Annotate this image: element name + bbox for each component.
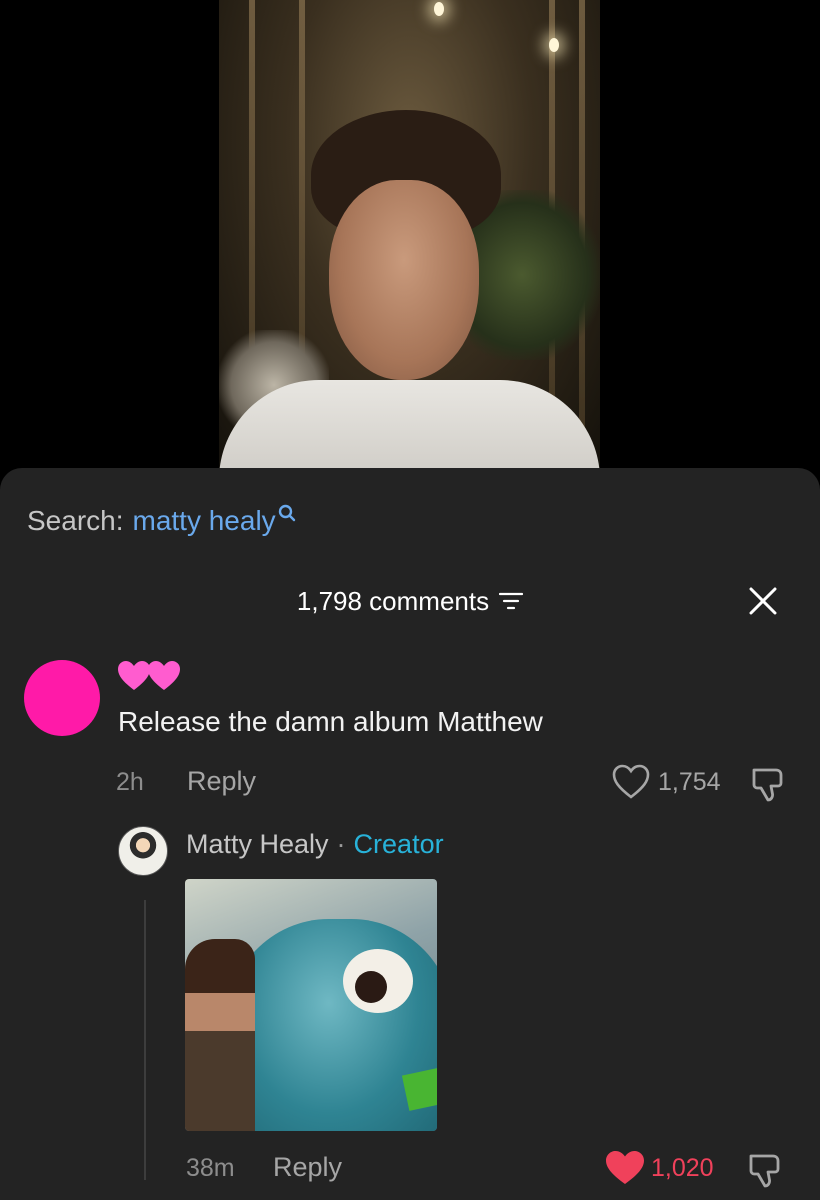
monster-eye	[343, 949, 413, 1013]
reply-author-name[interactable]: Matty Healy	[186, 829, 329, 860]
reply-image-sticker[interactable]	[185, 879, 437, 1131]
creator-badge: Creator	[353, 829, 444, 859]
search-suggestion[interactable]: Search: matty healy	[27, 504, 296, 537]
close-button[interactable]	[748, 586, 778, 616]
search-icon	[278, 499, 296, 531]
thumbs-down-icon	[749, 1154, 780, 1188]
like-button-liked[interactable]	[605, 1150, 645, 1186]
boy-character	[185, 939, 255, 1131]
heart-filled-icon	[606, 1151, 644, 1184]
comment-text: Release the damn album Matthew	[118, 706, 543, 737]
like-count: 1,020	[651, 1154, 714, 1182]
separator-dot: ·	[336, 829, 346, 859]
string-light	[549, 38, 559, 52]
avatar[interactable]	[24, 660, 100, 736]
dislike-button[interactable]	[748, 764, 788, 804]
search-label: Search:	[27, 505, 124, 536]
heart-outline-icon	[612, 764, 650, 799]
monster-pupil	[355, 971, 387, 1003]
thread-line	[144, 900, 146, 1180]
pink-hearts-icon	[118, 661, 180, 690]
close-icon	[749, 587, 777, 615]
string-light	[434, 2, 444, 16]
video-person	[219, 110, 600, 468]
video-player[interactable]	[219, 0, 600, 468]
like-button[interactable]	[612, 764, 650, 800]
like-count: 1,754	[658, 768, 721, 796]
comments-header: 1,798 comments	[0, 585, 820, 617]
sort-filter-icon[interactable]	[499, 590, 524, 612]
reply-button[interactable]: Reply	[187, 766, 256, 797]
person-face	[329, 180, 479, 380]
monster-character	[225, 919, 437, 1131]
dislike-button[interactable]	[745, 1150, 785, 1190]
reply-author[interactable]: Matty Healy · Creator	[186, 829, 444, 860]
reply-timestamp: 38m	[186, 1154, 235, 1182]
comment-timestamp: 2h	[116, 768, 144, 796]
creator-avatar[interactable]	[118, 826, 168, 876]
comment-username[interactable]	[118, 660, 180, 694]
comments-count: 1,798 comments	[296, 585, 490, 616]
green-paper	[401, 1063, 437, 1111]
reply-button[interactable]: Reply	[273, 1152, 342, 1183]
thumbs-down-icon	[752, 768, 783, 802]
search-query-link[interactable]: matty healy	[133, 505, 276, 537]
person-shirt	[219, 380, 600, 468]
